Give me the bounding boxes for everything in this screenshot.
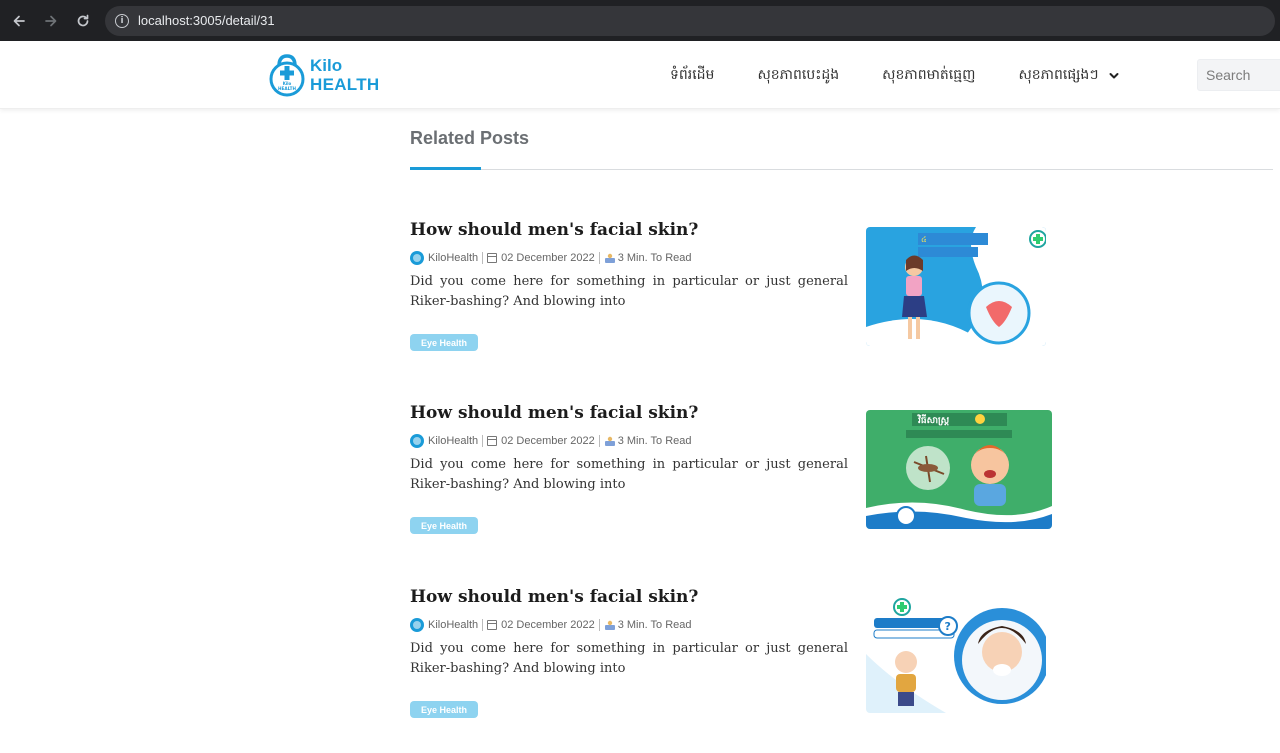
logo-wordmark: Kilo HEALTH — [310, 56, 379, 94]
browser-toolbar: i localhost:3005/detail/31 — [0, 0, 1280, 41]
post-thumbnail[interactable]: វិធីសាស្ត្រ — [866, 410, 1052, 529]
forward-arrow-icon[interactable] — [35, 5, 67, 37]
nav-item-other-health-label: សុខភាពផ្សេងៗ — [1018, 67, 1099, 83]
site-logo[interactable]: Kilo HEALTH Kilo HEALTH — [268, 52, 379, 98]
post-title[interactable]: How should men's facial skin? — [410, 587, 698, 607]
site-info-icon[interactable]: i — [115, 13, 129, 28]
book-read-icon — [604, 436, 615, 446]
site-header: Kilo HEALTH Kilo HEALTH ទំព័រដើម សុខភាពប… — [0, 41, 1280, 109]
section-divider — [410, 169, 1273, 170]
post-tag[interactable]: Eye Health — [410, 701, 478, 718]
post-title[interactable]: How should men's facial skin? — [410, 403, 698, 423]
logo-line1: Kilo — [310, 56, 343, 75]
author-avatar-icon — [410, 434, 424, 448]
nav-item-home[interactable]: ទំព័រដើម — [670, 65, 714, 86]
author-avatar-icon — [410, 251, 424, 265]
related-post-card[interactable]: How should men's facial skin? KiloHealth… — [410, 220, 1260, 370]
related-post-card[interactable]: How should men's facial skin? KiloHealth… — [410, 587, 1260, 737]
book-read-icon — [604, 253, 615, 263]
post-excerpt: Did you come here for something in parti… — [410, 641, 848, 676]
chevron-down-icon — [1109, 72, 1119, 78]
logo-line2: HEALTH — [310, 75, 380, 94]
main-nav: ទំព័រដើម សុខភាពបេះដូង សុខភាពមាត់ធ្មេញ សុ… — [670, 65, 1119, 86]
post-meta: KiloHealth 02 December 2022 3 Min. To Re… — [410, 618, 692, 632]
section-divider-accent — [410, 167, 481, 170]
post-author[interactable]: KiloHealth — [428, 252, 478, 264]
post-thumbnail[interactable]: ៤ — [866, 227, 1046, 346]
calendar-icon — [487, 253, 498, 263]
post-meta: KiloHealth 02 December 2022 3 Min. To Re… — [410, 434, 692, 448]
reload-icon[interactable] — [67, 5, 99, 37]
post-read-time: 3 Min. To Read — [617, 252, 692, 264]
post-tag[interactable]: Eye Health — [410, 517, 478, 534]
post-author[interactable]: KiloHealth — [428, 619, 478, 631]
post-read-time: 3 Min. To Read — [617, 619, 692, 631]
svg-text:វិធីសាស្ត្រ: វិធីសាស្ត្រ — [917, 414, 950, 426]
url-text: localhost:3005/detail/31 — [138, 13, 275, 28]
related-posts-title: Related Posts — [410, 128, 530, 148]
meta-separator — [598, 435, 600, 447]
post-title[interactable]: How should men's facial skin? — [410, 220, 698, 240]
svg-text:?: ? — [945, 620, 951, 633]
post-excerpt: Did you come here for something in parti… — [410, 457, 848, 492]
post-thumbnail[interactable]: ? — [866, 594, 1046, 713]
post-tag[interactable]: Eye Health — [410, 334, 478, 351]
logo-mark-icon: Kilo HEALTH — [268, 52, 306, 98]
meta-separator — [482, 435, 484, 447]
address-bar[interactable]: i localhost:3005/detail/31 — [105, 5, 1275, 36]
calendar-icon — [487, 436, 498, 446]
back-arrow-icon[interactable] — [3, 5, 35, 37]
post-date: 02 December 2022 — [501, 252, 595, 264]
author-avatar-icon — [410, 618, 424, 632]
post-date: 02 December 2022 — [501, 435, 595, 447]
meta-separator — [482, 252, 484, 264]
meta-separator — [598, 619, 600, 631]
meta-separator — [482, 619, 484, 631]
book-read-icon — [604, 620, 615, 630]
post-date: 02 December 2022 — [501, 619, 595, 631]
post-author[interactable]: KiloHealth — [428, 435, 478, 447]
nav-item-other-health[interactable]: សុខភាពផ្សេងៗ — [1018, 65, 1119, 86]
search-input[interactable] — [1206, 67, 1280, 83]
search-box[interactable] — [1197, 59, 1280, 91]
svg-text:HEALTH: HEALTH — [278, 86, 296, 91]
post-excerpt: Did you come here for something in parti… — [410, 274, 848, 309]
svg-text:៤: ៤ — [921, 235, 927, 244]
nav-item-heart-health[interactable]: សុខភាពបេះដូង — [757, 65, 839, 86]
post-read-time: 3 Min. To Read — [617, 435, 692, 447]
meta-separator — [598, 252, 600, 264]
post-meta: KiloHealth 02 December 2022 3 Min. To Re… — [410, 251, 692, 265]
calendar-icon — [487, 620, 498, 630]
nav-item-dental-health[interactable]: សុខភាពមាត់ធ្មេញ — [882, 65, 975, 86]
related-post-card[interactable]: How should men's facial skin? KiloHealth… — [410, 403, 1260, 553]
